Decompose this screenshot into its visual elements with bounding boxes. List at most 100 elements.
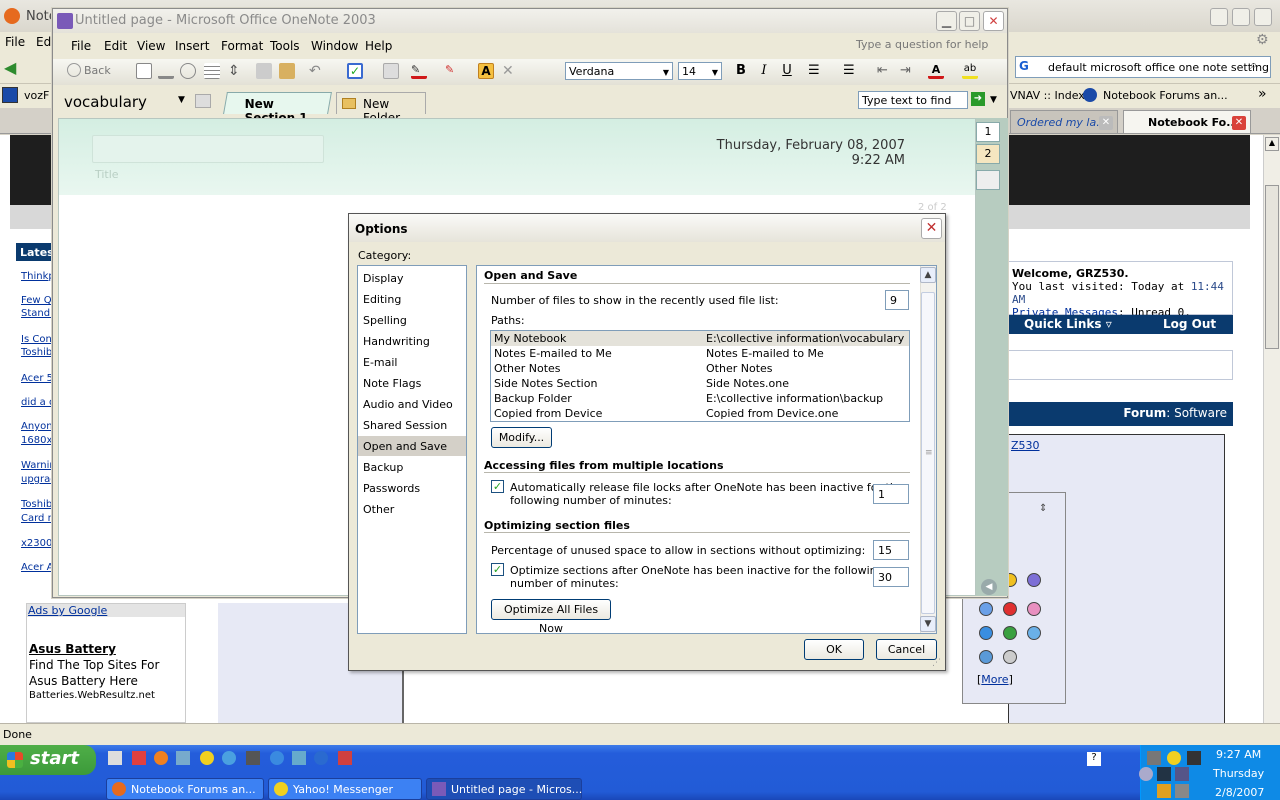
release-minutes-input[interactable]: 1: [873, 484, 909, 504]
chevron-down-icon[interactable]: ▼: [990, 95, 997, 105]
scroll-thumb[interactable]: [1265, 185, 1279, 349]
section-icon[interactable]: [195, 94, 211, 108]
back-icon[interactable]: [67, 63, 81, 77]
bookmark-notebook-forums[interactable]: Notebook Forums an...: [1103, 89, 1228, 102]
menu-window[interactable]: Window: [311, 39, 358, 53]
category-passwords[interactable]: Passwords: [358, 478, 466, 498]
smiley-icon[interactable]: [1003, 626, 1017, 640]
browser-scrollbar[interactable]: ▲: [1263, 135, 1280, 723]
category-audio-video[interactable]: Audio and Video: [358, 394, 466, 414]
thread-link[interactable]: Acer A: [21, 561, 53, 574]
browser-tab-notebook-forums[interactable]: Notebook Fo... ✕: [1123, 110, 1251, 134]
dialog-close-button[interactable]: ✕: [921, 218, 942, 239]
category-shared-session[interactable]: Shared Session: [358, 415, 466, 435]
tray-icon[interactable]: [1175, 784, 1189, 798]
modify-button[interactable]: Modify...: [491, 427, 552, 448]
close-icon[interactable]: ✕: [1099, 116, 1113, 130]
menu-edit[interactable]: Edit: [104, 39, 127, 53]
new-page-tab-icon[interactable]: [976, 170, 1000, 190]
quicklaunch-icon[interactable]: [200, 751, 214, 765]
find-input[interactable]: Type text to find: [858, 91, 968, 109]
find-icon[interactable]: [180, 63, 196, 79]
thread-link[interactable]: Card n: [21, 512, 54, 525]
browser-minimize-button[interactable]: [1210, 8, 1228, 26]
task-onenote[interactable]: Untitled page - Micros...: [426, 778, 582, 800]
optimize-all-button[interactable]: Optimize All Files Now: [491, 599, 611, 635]
thread-link[interactable]: Anyon: [21, 420, 53, 433]
chevron-down-icon[interactable]: ▼: [663, 68, 669, 77]
release-locks-checkbox[interactable]: ✓: [491, 480, 504, 493]
tab-new-folder[interactable]: New Folder: [336, 92, 426, 125]
find-go-icon[interactable]: ➜: [971, 92, 985, 106]
tray-icon[interactable]: [1187, 751, 1201, 765]
table-row[interactable]: Other Notes Other Notes: [491, 361, 909, 376]
bullets-icon[interactable]: ☰: [808, 63, 824, 79]
tray-icon[interactable]: [1157, 767, 1171, 781]
smiley-icon[interactable]: [1027, 602, 1041, 616]
unused-space-input[interactable]: 15: [873, 540, 909, 560]
bookmark-vnav[interactable]: VNAV :: Index: [1010, 89, 1085, 102]
font-select[interactable]: Verdana ▼: [565, 62, 673, 80]
category-open-and-save[interactable]: Open and Save: [358, 436, 466, 456]
thread-link[interactable]: did a d: [21, 396, 55, 409]
menu-format[interactable]: Format: [221, 39, 263, 53]
search-input[interactable]: default microsoft office one note settin…: [1048, 61, 1269, 74]
ads-label[interactable]: Ads by Google: [27, 604, 185, 617]
text-mode-icon[interactable]: A: [478, 63, 494, 79]
eraser-icon[interactable]: ✕: [502, 63, 518, 79]
menu-tools[interactable]: Tools: [270, 39, 300, 53]
quicklaunch-icon[interactable]: [132, 751, 146, 765]
quicklaunch-icon[interactable]: [176, 751, 190, 765]
chevron-right-icon[interactable]: »: [1258, 86, 1267, 102]
smiley-icon[interactable]: [979, 602, 993, 616]
increase-indent-icon[interactable]: ⇥: [900, 63, 916, 79]
quicklaunch-icon[interactable]: [108, 751, 122, 765]
help-icon[interactable]: ?: [1087, 752, 1101, 766]
ask-question-box[interactable]: Type a question for help: [856, 38, 1000, 54]
ad-title[interactable]: Asus Battery: [29, 642, 116, 656]
thread-link[interactable]: Few Q: [21, 294, 52, 307]
quicklaunch-icon[interactable]: [222, 751, 236, 765]
quicklaunch-icon[interactable]: [292, 751, 306, 765]
cut-icon[interactable]: [256, 63, 272, 79]
decrease-indent-icon[interactable]: ⇤: [877, 63, 893, 79]
quicklaunch-icon[interactable]: [246, 751, 260, 765]
table-row[interactable]: Side Notes Section Side Notes.one: [491, 376, 909, 391]
smiley-icon[interactable]: [1027, 573, 1041, 587]
bookmark-vozf[interactable]: vozF: [24, 89, 49, 102]
more-smilies-link[interactable]: More: [981, 673, 1008, 686]
task-notebook-forums[interactable]: Notebook Forums an...: [106, 778, 264, 800]
quick-links-button[interactable]: Quick Links ▿: [1024, 317, 1112, 331]
smiley-icon[interactable]: [1027, 626, 1041, 640]
font-size-select[interactable]: 14 ▼: [678, 62, 722, 80]
new-page-icon[interactable]: [136, 63, 152, 79]
pen-icon[interactable]: ✎: [411, 63, 427, 79]
scroll-up-icon[interactable]: ▲: [1265, 137, 1279, 151]
scroll-down-icon[interactable]: ▼: [920, 616, 936, 632]
quicklaunch-icon[interactable]: [338, 751, 352, 765]
screen-clip-icon[interactable]: [383, 63, 399, 79]
page-title-input[interactable]: [92, 135, 324, 163]
optimize-sections-checkbox[interactable]: ✓: [491, 563, 504, 576]
note-flag-icon[interactable]: ✓: [347, 63, 363, 79]
category-display[interactable]: Display: [358, 268, 466, 288]
category-spelling[interactable]: Spelling: [358, 310, 466, 330]
quicklaunch-icon[interactable]: [270, 751, 284, 765]
table-row[interactable]: Notes E-mailed to Me Notes E-mailed to Me: [491, 346, 909, 361]
paste-icon[interactable]: [279, 63, 295, 79]
log-out-link[interactable]: Log Out: [1163, 317, 1216, 331]
rule-lines-icon[interactable]: [204, 63, 220, 79]
font-color-icon[interactable]: A: [928, 63, 944, 79]
quicklaunch-icon[interactable]: [154, 751, 168, 765]
ad-url[interactable]: Batteries.WebResultz.net: [29, 690, 155, 701]
search-icon[interactable]: ⌕: [1250, 58, 1257, 73]
task-yahoo-messenger[interactable]: Yahoo! Messenger: [268, 778, 422, 800]
tray-icon[interactable]: [1167, 751, 1181, 765]
numbering-icon[interactable]: ☰: [843, 63, 859, 79]
browser-menu-edit[interactable]: Ed: [36, 35, 51, 49]
tray-icon[interactable]: [1147, 751, 1161, 765]
optimize-minutes-input[interactable]: 30: [873, 567, 909, 587]
back-arrow-icon[interactable]: ◀: [4, 58, 16, 77]
smiley-icon[interactable]: [979, 626, 993, 640]
onenote-maximize-button[interactable]: □: [959, 11, 980, 31]
